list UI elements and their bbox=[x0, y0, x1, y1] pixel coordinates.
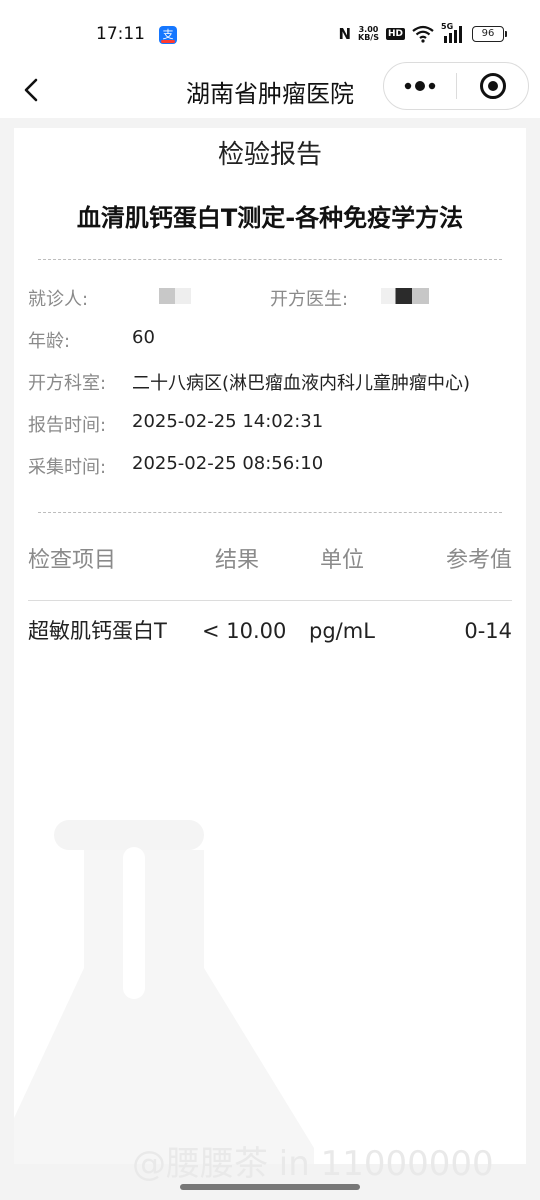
age-label: 年龄: bbox=[28, 331, 71, 352]
collect-time-label: 采集时间: bbox=[28, 457, 107, 478]
close-miniapp-button[interactable] bbox=[457, 63, 528, 109]
report-header: 检验报告 bbox=[217, 140, 322, 170]
patient-label: 就诊人: bbox=[28, 289, 89, 310]
doctor-name-redacted bbox=[381, 288, 429, 304]
doctor-label: 开方医生: bbox=[270, 289, 349, 310]
status-time: 17:11 bbox=[96, 24, 145, 44]
column-header-unit: 单位 bbox=[320, 548, 365, 573]
nav-bar: 湖南省肿瘤医院 bbox=[0, 62, 540, 118]
report-time-value: 2025-02-25 14:02:31 bbox=[132, 411, 324, 432]
battery-icon: 96 bbox=[472, 26, 507, 42]
row-item: 超敏肌钙蛋白T bbox=[28, 619, 167, 643]
wifi-icon bbox=[412, 25, 434, 43]
hd-icon: HD bbox=[385, 28, 405, 40]
collect-time-value: 2025-02-25 08:56:10 bbox=[132, 453, 324, 474]
test-name: 血清肌钙蛋白T测定-各种免疫学方法 bbox=[76, 204, 464, 232]
status-bar: 17:11 支 N 3.00 KB/S HD 5G 96 bbox=[0, 0, 540, 62]
report-time-label: 报告时间: bbox=[28, 415, 107, 436]
net-speed: 3.00 KB/S bbox=[358, 25, 379, 42]
target-circle-icon bbox=[480, 73, 506, 99]
alipay-icon: 支 bbox=[159, 26, 177, 44]
column-header-item: 检查项目 bbox=[28, 548, 117, 573]
divider bbox=[38, 512, 502, 513]
column-header-reference: 参考值 bbox=[445, 548, 512, 573]
patient-name-redacted bbox=[159, 288, 191, 304]
department-label: 开方科室: bbox=[28, 373, 107, 394]
column-header-result: 结果 bbox=[215, 548, 260, 573]
home-indicator[interactable] bbox=[180, 1184, 360, 1190]
nfc-icon: N bbox=[338, 25, 351, 43]
row-reference: 0-14 bbox=[464, 619, 512, 643]
table-header-divider bbox=[28, 600, 512, 601]
row-unit: pg/mL bbox=[309, 619, 375, 643]
miniapp-capsule bbox=[383, 62, 529, 110]
age-value: 60 bbox=[132, 327, 155, 348]
department-value: 二十八病区(淋巴瘤血液内科儿童肿瘤中心) bbox=[132, 373, 471, 394]
watermark-text: @腰腰茶 in 11000000 bbox=[132, 1144, 494, 1184]
status-indicators: N 3.00 KB/S HD 5G 96 bbox=[338, 22, 507, 44]
report-page: 17:11 支 N 3.00 KB/S HD 5G 96 湖南省肿瘤医院 检验报… bbox=[0, 0, 540, 1200]
report-card: 检验报告 血清肌钙蛋白T测定-各种免疫学方法 就诊人: 开方医生: 年龄: 60… bbox=[14, 128, 526, 1164]
cell-signal-icon: 5G bbox=[441, 22, 465, 43]
more-dots-icon bbox=[404, 81, 436, 91]
more-button[interactable] bbox=[384, 63, 456, 109]
divider bbox=[38, 259, 502, 260]
flask-icon bbox=[14, 820, 314, 1164]
row-result: < 10.00 bbox=[202, 619, 287, 643]
